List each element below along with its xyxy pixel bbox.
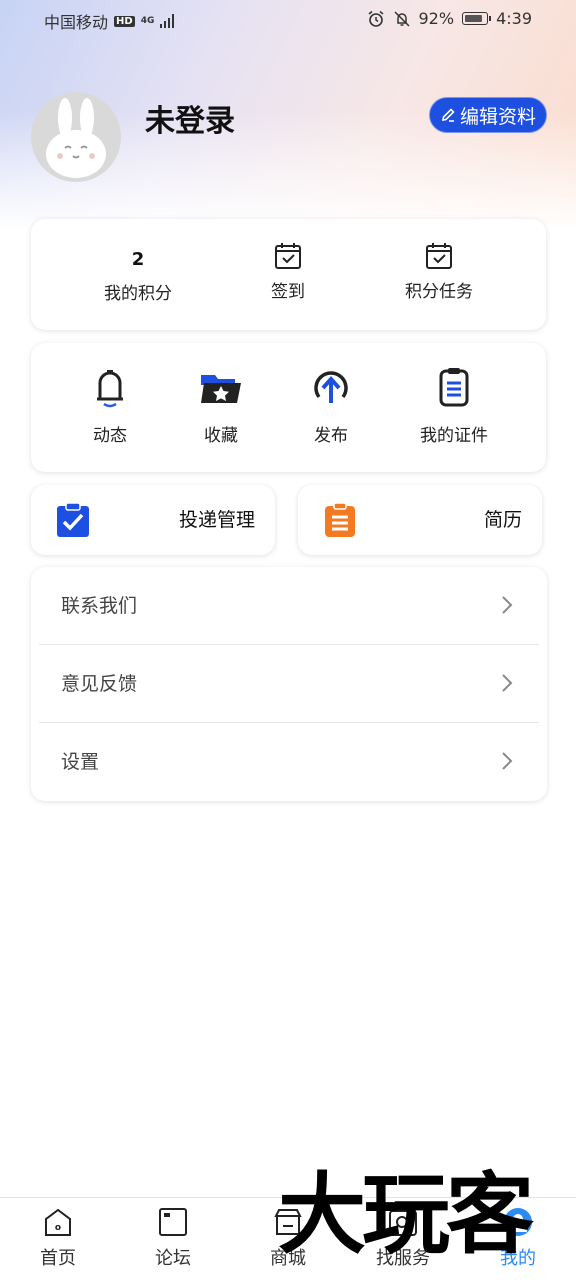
pencil-icon (442, 108, 455, 122)
avatar[interactable] (31, 92, 121, 182)
clipboard-icon (439, 368, 469, 407)
resume-icon (325, 502, 355, 537)
favorites-button[interactable]: 收藏 (181, 365, 261, 446)
publish-label: 发布 (314, 426, 348, 446)
alarm-icon (368, 10, 383, 27)
carrier-name: 中国移动 (44, 13, 109, 32)
menu-item-label: 联系我们 (61, 595, 138, 617)
edit-profile-button[interactable]: 编辑资料 (429, 97, 547, 133)
watermark: 大玩客 (278, 1162, 534, 1266)
calendar-check-icon (275, 243, 301, 269)
battery-icon (462, 12, 492, 25)
my-certificates-button[interactable]: 我的证件 (409, 365, 499, 446)
svg-text:o: o (55, 1223, 61, 1233)
network-type: 4G (140, 16, 155, 26)
publish-button[interactable]: 发布 (291, 365, 371, 446)
points-value: 2 (131, 249, 145, 270)
delivery-management-card[interactable]: 投递管理 (31, 485, 275, 555)
points-label: 我的积分 (104, 284, 172, 304)
my-certificates-label: 我的证件 (420, 426, 488, 446)
calendar-check-icon (426, 243, 452, 269)
clock: 4:39 (496, 9, 532, 28)
tab-label: 首页 (40, 1248, 76, 1269)
resume-card[interactable]: 简历 (298, 485, 542, 555)
tab-label: 论坛 (155, 1248, 191, 1269)
hd-badge: HD (114, 15, 135, 27)
forum-icon (159, 1208, 187, 1236)
chevron-right-icon (502, 674, 513, 692)
menu-item-settings[interactable]: 设置 (31, 723, 547, 801)
tasks-label: 积分任务 (405, 282, 473, 302)
feed-button[interactable]: 动态 (70, 365, 150, 446)
functions-card: 动态 收藏 发布 我的证件 (31, 343, 546, 472)
menu-item-feedback[interactable]: 意见反馈 (31, 645, 547, 723)
chevron-right-icon (502, 596, 513, 614)
feed-label: 动态 (93, 426, 127, 446)
folder-star-icon (201, 375, 241, 403)
chevron-right-icon (502, 752, 513, 770)
menu-card: 联系我们 意见反馈 设置 (31, 567, 547, 801)
tab-home[interactable]: o 首页 (8, 1206, 108, 1270)
rabbit-avatar-icon (46, 98, 106, 178)
my-points[interactable]: 2 我的积分 (93, 247, 183, 304)
points-card: 2 我的积分 签到 积分任务 (31, 219, 546, 330)
bell-icon (97, 370, 123, 408)
home-icon: o (45, 1208, 71, 1236)
checkin-label: 签到 (271, 282, 305, 302)
battery-percent: 92% (418, 9, 455, 28)
edit-profile-label: 编辑资料 (459, 105, 536, 128)
points-tasks-button[interactable]: 积分任务 (389, 241, 489, 302)
signal-icon (160, 14, 175, 28)
checkin-button[interactable]: 签到 (243, 241, 333, 302)
menu-item-label: 设置 (61, 751, 100, 773)
status-bar: 中国移动 HD 4G 92% 4:39 (0, 0, 576, 40)
menu-item-label: 意见反馈 (61, 673, 138, 695)
delivery-management-label: 投递管理 (178, 509, 255, 531)
clipboard-check-icon (57, 502, 89, 537)
menu-item-contact-us[interactable]: 联系我们 (31, 567, 547, 645)
favorites-label: 收藏 (204, 426, 238, 446)
mute-icon (393, 10, 410, 27)
upload-icon (314, 371, 348, 403)
resume-label: 简历 (483, 509, 522, 531)
tab-forum[interactable]: 论坛 (123, 1206, 223, 1270)
username[interactable]: 未登录 (145, 96, 235, 140)
